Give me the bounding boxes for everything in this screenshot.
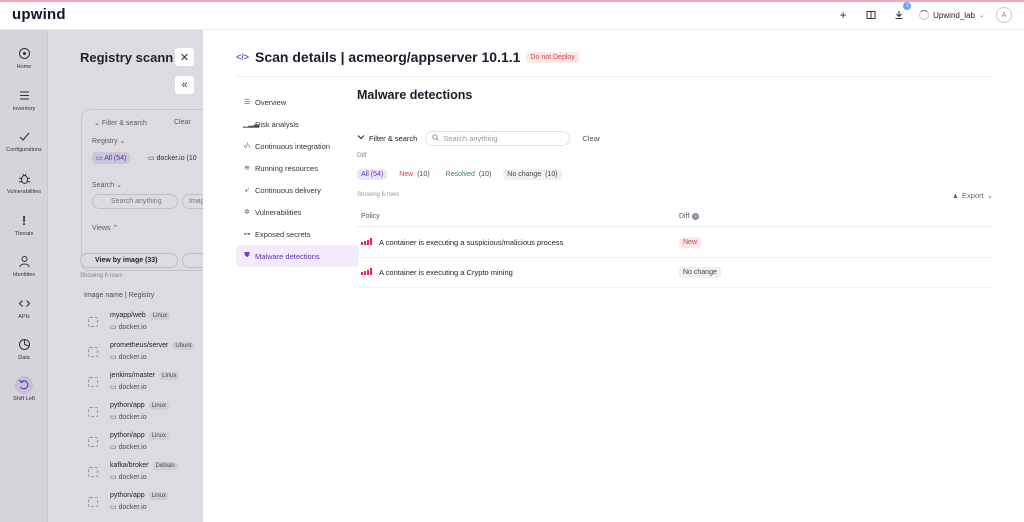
section-nav-label: Exposed secrets bbox=[255, 229, 311, 239]
chip-label: No change bbox=[507, 171, 542, 178]
severity-high-icon bbox=[361, 268, 373, 275]
column-header-diff-label: Diff bbox=[679, 213, 690, 220]
plus-icon[interactable]: + bbox=[835, 7, 851, 23]
policy-name: A container is executing a Crypto mining bbox=[379, 268, 513, 277]
drawer-title: Scan details | acmeorg/appserver 10.1.1 bbox=[255, 49, 521, 65]
code-icon: </> bbox=[236, 52, 250, 62]
section-nav-exposed-secrets[interactable]: ⊶ Exposed secrets bbox=[236, 223, 359, 245]
clear-button[interactable]: Clear bbox=[582, 134, 600, 143]
search-placeholder: Search anything bbox=[443, 133, 498, 143]
section-nav-risk-analysis[interactable]: ▁▂▃ Risk analysis bbox=[236, 113, 359, 135]
chip-label: New bbox=[399, 171, 414, 178]
section-nav-label: Vulnerabilities bbox=[255, 207, 302, 217]
showing-rows: Showing 6 rows bbox=[357, 192, 400, 198]
section-nav-label: Continuous delivery bbox=[255, 185, 321, 195]
export-label: Export bbox=[962, 191, 984, 200]
columns-icon[interactable] bbox=[863, 7, 879, 23]
section-nav-label: Malware detections bbox=[255, 251, 320, 261]
list-icon: ☰ bbox=[243, 99, 251, 106]
policy-name: A container is executing a suspicious/ma… bbox=[379, 238, 564, 247]
diff-label: Diff bbox=[357, 152, 367, 159]
section-nav-continuous-delivery[interactable]: ➶ Continuous delivery bbox=[236, 179, 359, 201]
code-icon: ‹/› bbox=[243, 142, 251, 150]
section-nav-label: Risk analysis bbox=[255, 119, 299, 129]
search-input[interactable]: Search anything bbox=[425, 130, 571, 146]
export-icon: ▲ bbox=[951, 191, 960, 200]
account-switcher[interactable]: Upwind_lab ⌄ bbox=[919, 10, 984, 20]
chevron-down-icon: ⌄ bbox=[986, 191, 993, 200]
chip-count: (10) bbox=[545, 171, 558, 178]
chip-count: (54) bbox=[370, 171, 384, 178]
divider bbox=[236, 76, 991, 77]
collapse-drawer-button[interactable]: « bbox=[174, 75, 195, 95]
account-name: Upwind_lab bbox=[933, 10, 975, 20]
section-nav-label: Running resources bbox=[255, 163, 318, 173]
severity-high-icon bbox=[361, 238, 373, 245]
layers-icon: ≋ bbox=[244, 165, 250, 172]
filter-search-label: Filter & search bbox=[369, 133, 418, 143]
chip-count: (10) bbox=[478, 171, 492, 178]
section-nav-malware-detections[interactable]: ⛊ Malware detections bbox=[236, 245, 359, 267]
table-row[interactable]: A container is executing a suspicious/ma… bbox=[357, 228, 993, 258]
search-icon bbox=[432, 133, 440, 143]
chip-label: All bbox=[361, 171, 369, 178]
filter-search-button[interactable]: Filter & search bbox=[357, 133, 417, 143]
export-button[interactable]: ▲ Export ⌄ bbox=[952, 191, 993, 200]
filter-icon bbox=[357, 133, 365, 143]
backdrop-overlay[interactable] bbox=[0, 30, 203, 522]
loading-spinner-icon bbox=[919, 10, 930, 20]
diff-chip-new[interactable]: New (10) bbox=[395, 169, 433, 180]
table-row[interactable]: A container is executing a Crypto mining… bbox=[357, 258, 993, 288]
diff-chip-resolved[interactable]: Resolved (10) bbox=[442, 169, 496, 180]
malware-detections-panel: Malware detections Filter & search Searc… bbox=[357, 88, 993, 288]
rocket-icon: ➶ bbox=[244, 187, 250, 194]
close-icon: ✕ bbox=[179, 51, 190, 64]
filter-bar: Filter & search Search anything Clear bbox=[357, 130, 657, 146]
top-actions: + 1 Upwind_lab ⌄ A bbox=[835, 2, 1012, 24]
status-badge: Do not Deploy bbox=[526, 51, 579, 63]
column-header-diff[interactable]: Diff i bbox=[679, 213, 700, 220]
section-nav-continuous-integration[interactable]: ‹/› Continuous integration bbox=[236, 135, 359, 157]
section-nav: ☰ Overview ▁▂▃ Risk analysis ‹/› Continuous… bbox=[236, 91, 359, 267]
section-title: Malware detections bbox=[357, 88, 473, 102]
bar-chart-icon: ▁▂▃ bbox=[243, 121, 260, 128]
diff-chip-all[interactable]: All (54) bbox=[357, 169, 388, 180]
column-header-policy[interactable]: Policy bbox=[361, 213, 380, 220]
diff-status-badge: New bbox=[679, 237, 702, 248]
shield-icon: ⛊ bbox=[244, 252, 250, 259]
upwind-logo[interactable]: upwind bbox=[12, 6, 66, 23]
section-nav-vulnerabilities[interactable]: ✲ Vulnerabilities bbox=[236, 201, 359, 223]
diff-chips: All (54) New (10) Resolved (10) No change(… bbox=[357, 169, 562, 180]
logo-text: upwind bbox=[12, 6, 66, 23]
scan-details-drawer: </> Scan details | acmeorg/appserver 10.… bbox=[203, 30, 1024, 522]
notifications-icon[interactable]: 1 bbox=[891, 2, 912, 23]
info-icon[interactable]: i bbox=[692, 213, 700, 220]
key-icon: ⊶ bbox=[243, 231, 251, 238]
chevron-down-icon: ⌄ bbox=[978, 12, 984, 19]
section-nav-running-resources[interactable]: ≋ Running resources bbox=[236, 157, 359, 179]
drawer-header: </> Scan details | acmeorg/appserver 10.… bbox=[236, 49, 579, 65]
chip-count: (10) bbox=[417, 171, 430, 178]
chip-label: Resolved bbox=[445, 171, 475, 178]
bug-icon: ✲ bbox=[244, 209, 250, 216]
notification-badge: 1 bbox=[903, 2, 912, 10]
double-chevron-left-icon: « bbox=[181, 79, 188, 91]
top-bar: upwind + 1 Upwind_lab ⌄ A bbox=[0, 0, 1024, 30]
diff-status-badge: No change bbox=[679, 267, 721, 278]
section-nav-overview[interactable]: ☰ Overview bbox=[236, 91, 359, 113]
diff-chip-no-change[interactable]: No change (10) bbox=[503, 169, 562, 180]
section-nav-label: Overview bbox=[255, 97, 287, 107]
section-nav-label: Continuous integration bbox=[255, 141, 331, 151]
close-drawer-button[interactable]: ✕ bbox=[174, 47, 195, 67]
avatar[interactable]: A bbox=[996, 7, 1012, 23]
table-header: Policy Diff i bbox=[357, 209, 993, 227]
